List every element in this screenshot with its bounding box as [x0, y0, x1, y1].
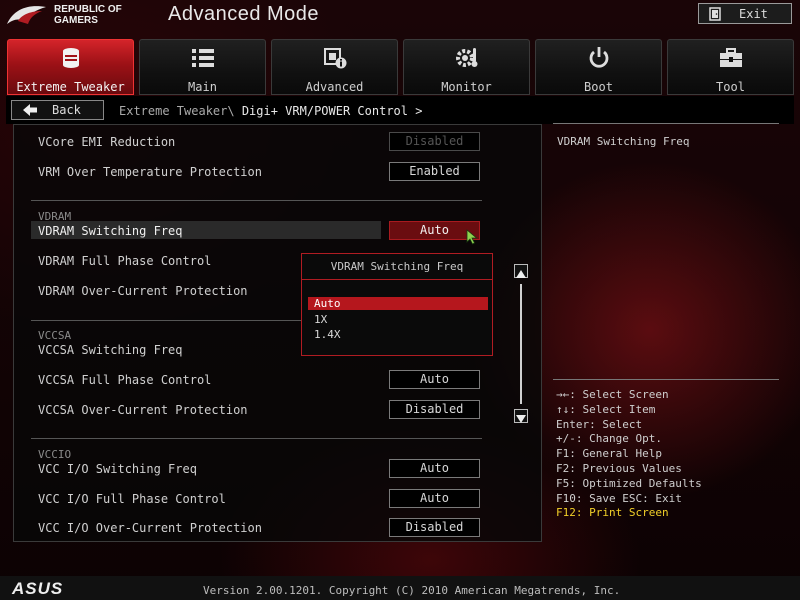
- setting-value-vccio-phase[interactable]: Auto: [389, 489, 480, 508]
- tab-extreme-tweaker[interactable]: Extreme Tweaker: [7, 39, 134, 95]
- scroll-down-button[interactable]: [514, 409, 528, 423]
- rog-eye-logo-icon: [7, 6, 46, 24]
- setting-value-vccio-freq[interactable]: Auto: [389, 459, 480, 478]
- key-legend: →←: Select Screen ↑↓: Select Item Enter:…: [556, 388, 702, 521]
- setting-value-vccio-ocp[interactable]: Disabled: [389, 518, 480, 537]
- tab-label: Monitor: [441, 80, 492, 94]
- tab-monitor[interactable]: Monitor: [403, 39, 530, 95]
- toolbox-icon: [719, 48, 742, 67]
- dropdown-option[interactable]: 1X: [308, 313, 488, 326]
- asus-logo: ASUS: [12, 579, 64, 598]
- power-icon: [589, 47, 608, 68]
- key-legend-item: +/-: Change Opt.: [556, 432, 662, 446]
- tab-tool[interactable]: Tool: [667, 39, 794, 95]
- back-arrow-icon: [23, 104, 37, 116]
- help-divider-top: [553, 123, 779, 124]
- tweaker-icon: [62, 48, 79, 68]
- back-button[interactable]: Back: [11, 100, 104, 120]
- tab-main[interactable]: Main: [139, 39, 266, 95]
- page-title: Advanced Mode: [168, 3, 320, 25]
- setting-label-vcore-emi[interactable]: VCore EMI Reduction: [38, 135, 175, 149]
- exit-button[interactable]: Exit: [698, 3, 792, 24]
- brand-line1: REPUBLIC OF: [54, 4, 122, 15]
- dropdown-title: VDRAM Switching Freq: [330, 260, 464, 273]
- setting-value-vccsa-phase[interactable]: Auto: [389, 370, 480, 389]
- key-legend-item: F2: Previous Values: [556, 461, 682, 475]
- tab-boot[interactable]: Boot: [535, 39, 662, 95]
- print-screen-hint: F12: Print Screen: [556, 506, 669, 520]
- tab-label: Tool: [716, 80, 745, 94]
- scroll-up-button[interactable]: [514, 264, 528, 278]
- key-legend-item: F5: Optimized Defaults: [556, 476, 702, 490]
- key-legend-item: →←: Select Screen: [556, 388, 669, 401]
- section-divider: [31, 200, 482, 201]
- brand-text: REPUBLIC OF GAMERS: [54, 4, 122, 26]
- key-legend-item: Enter: Select: [556, 417, 643, 431]
- tab-label: Extreme Tweaker: [16, 80, 125, 94]
- key-legend-item: F10: Save ESC: Exit: [556, 491, 682, 505]
- dropdown-divider: [302, 279, 492, 280]
- exit-door-icon: [709, 6, 721, 21]
- back-label: Back: [52, 103, 81, 117]
- help-divider-bottom: [553, 379, 779, 380]
- triangle-down-icon: [516, 415, 526, 423]
- version-text: Version 2.00.1201. Copyright (C) 2010 Am…: [203, 584, 621, 597]
- setting-label-vccio-phase[interactable]: VCC I/O Full Phase Control: [38, 492, 226, 506]
- setting-label-vccsa-ocp[interactable]: VCCSA Over-Current Protection: [38, 403, 248, 417]
- gear-thermometer-icon: [455, 48, 477, 67]
- list-icon: [191, 49, 214, 67]
- setting-label-vdram-ocp[interactable]: VDRAM Over-Current Protection: [38, 284, 248, 298]
- section-divider: [31, 438, 482, 439]
- mouse-pointer-icon: [466, 229, 478, 245]
- section-vccsa: VCCSA: [38, 329, 72, 342]
- breadcrumb-current: Digi+ VRM/POWER Control >: [241, 104, 423, 118]
- header: REPUBLIC OF GAMERS Advanced Mode Exit: [0, 0, 800, 32]
- key-legend-item: F1: General Help: [556, 447, 662, 461]
- setting-value-vcore-emi: Disabled: [389, 132, 480, 151]
- tab-advanced[interactable]: Advanced: [271, 39, 398, 95]
- scrollbar-thumb[interactable]: [520, 284, 522, 404]
- setting-value-vccsa-ocp[interactable]: Disabled: [389, 400, 480, 419]
- setting-label-vdram-phase[interactable]: VDRAM Full Phase Control: [38, 254, 211, 268]
- breadcrumb: Extreme Tweaker\ Digi+ VRM/POWER Control…: [119, 104, 422, 118]
- setting-value-vrm-otp[interactable]: Enabled: [389, 162, 480, 181]
- setting-label-vrm-otp[interactable]: VRM Over Temperature Protection: [38, 165, 262, 179]
- setting-label-vccio-freq[interactable]: VCC I/O Switching Freq: [38, 462, 197, 476]
- key-legend-item: ↑↓: Select Item: [556, 402, 656, 416]
- exit-label: Exit: [739, 6, 768, 21]
- dropdown-option[interactable]: 1.4X: [308, 328, 488, 341]
- options-dropdown: VDRAM Switching Freq Auto 1X 1.4X: [301, 253, 493, 356]
- setting-label-vccio-ocp[interactable]: VCC I/O Over-Current Protection: [38, 521, 262, 535]
- breadcrumb-parent[interactable]: Extreme Tweaker\: [119, 104, 235, 118]
- chip-info-icon: [323, 48, 346, 69]
- brand-line2: GAMERS: [54, 15, 98, 26]
- help-title: VDRAM Switching Freq: [557, 135, 690, 148]
- setting-label-vdram-freq[interactable]: VDRAM Switching Freq: [38, 224, 183, 238]
- tab-label: Boot: [584, 80, 613, 94]
- triangle-up-icon: [516, 270, 526, 278]
- setting-label-vccsa-freq[interactable]: VCCSA Switching Freq: [38, 343, 183, 357]
- tab-label: Advanced: [305, 80, 364, 94]
- section-vccio: VCCIO: [38, 448, 72, 461]
- tab-label: Main: [188, 80, 217, 94]
- dropdown-option[interactable]: Auto: [308, 297, 488, 310]
- setting-label-vccsa-phase[interactable]: VCCSA Full Phase Control: [38, 373, 211, 387]
